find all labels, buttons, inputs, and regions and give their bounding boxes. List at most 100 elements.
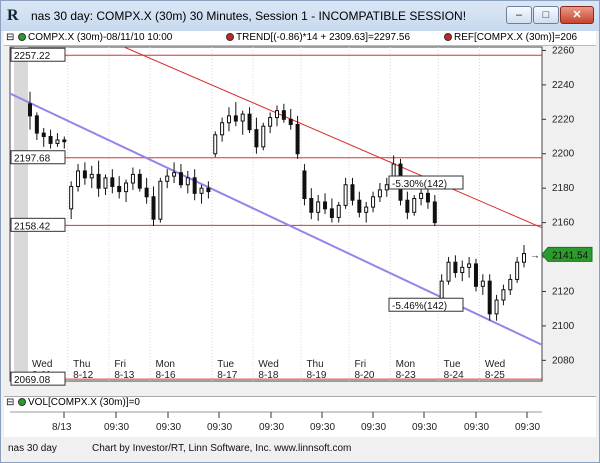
- candle-body: [473, 263, 478, 287]
- candle-body: [343, 184, 348, 206]
- volume-axis-svg: 8/13 09:30 09:30 09:30 09:30 09:30 09:30 09:30 0…: [10, 411, 542, 433]
- x-day-label: Fri: [354, 359, 366, 370]
- candle-body: [453, 261, 458, 274]
- candle-body: [364, 206, 369, 213]
- y-tick-label: 2200: [552, 149, 575, 160]
- minimize-icon: –: [515, 9, 523, 21]
- candle-body: [103, 177, 108, 189]
- y-tick-label: 2100: [552, 321, 575, 332]
- candle-body: [247, 113, 252, 131]
- window-title: nas 30 day: COMPX.X (30m) 30 Minutes, Se…: [31, 9, 467, 23]
- plot-area: [9, 46, 543, 382]
- ref-level-label: 2197.68: [14, 154, 51, 165]
- candle-body: [213, 134, 218, 155]
- maximize-button[interactable]: □: [533, 6, 559, 24]
- candle-body: [82, 170, 87, 179]
- price-chart-svg[interactable]: Wed8-11Thu8-12Fri8-13Mon8-16Tue8-17Wed8-…: [4, 45, 596, 395]
- candle-body: [233, 115, 238, 122]
- y-tick-label: 2180: [552, 183, 575, 194]
- candle-body: [178, 172, 183, 186]
- volume-legend-row: ⊟ VOL[COMPX.X (30m)]=0: [4, 396, 596, 411]
- legend-trend-item[interactable]: TREND[(-0.86)*14 + 2309.63]=2297.56: [226, 32, 410, 43]
- y-tick-label: 2260: [552, 45, 575, 56]
- candle-body: [309, 198, 314, 213]
- time-tick-label: 8/13: [52, 422, 72, 433]
- maximize-icon: □: [542, 9, 550, 21]
- y-tick-label: 2220: [552, 114, 575, 125]
- x-day-label: Thu: [306, 359, 323, 370]
- price-chart[interactable]: Wed8-11Thu8-12Fri8-13Mon8-16Tue8-17Wed8-…: [4, 45, 596, 395]
- candle-body: [460, 266, 465, 274]
- legend-series-item[interactable]: COMPX.X (30m)-08/11/10 10:00: [18, 32, 172, 43]
- candle-body: [494, 299, 499, 315]
- candle-body: [384, 184, 389, 191]
- candle-body: [165, 175, 170, 182]
- candle-body: [158, 180, 163, 220]
- status-bar: nas 30 day Chart by Investor/RT, Linn So…: [4, 439, 596, 459]
- candle-body: [34, 115, 39, 134]
- x-day-label: Tue: [217, 359, 234, 370]
- minimize-button[interactable]: –: [506, 6, 532, 24]
- legend-ref-label: REF[COMPX.X (30m)]=206: [454, 32, 578, 43]
- candle-body: [487, 280, 492, 315]
- time-tick-label: 09:30: [259, 422, 284, 433]
- x-day-label: Mon: [396, 359, 415, 370]
- candle-body: [199, 187, 204, 194]
- time-tick-label: 09:30: [156, 422, 181, 433]
- candle-body: [439, 280, 444, 299]
- y-tick-label: 2080: [552, 355, 575, 366]
- candle-body: [110, 177, 115, 187]
- candle-body: [268, 117, 273, 127]
- candle-body: [357, 199, 362, 213]
- title-bar[interactable]: R nas 30 day: COMPX.X (30m) 30 Minutes, …: [1, 1, 599, 31]
- candle-body: [275, 110, 279, 119]
- candle-body: [467, 263, 472, 268]
- volume-collapse-icon[interactable]: ⊟: [6, 397, 14, 408]
- candle-body: [192, 177, 197, 194]
- volume-label: VOL[COMPX.X (30m)]=0: [28, 397, 140, 408]
- legend-row: ⊟ COMPX.X (30m)-08/11/10 10:00 TREND[(-0…: [4, 31, 596, 46]
- candle-body: [302, 170, 307, 200]
- candle-body: [206, 187, 211, 193]
- volume-legend-item[interactable]: VOL[COMPX.X (30m)]=0: [18, 397, 140, 408]
- close-button[interactable]: ✕: [560, 6, 594, 24]
- y-tick-label: 2240: [552, 80, 575, 91]
- candle-body: [254, 129, 259, 148]
- candle-body: [130, 173, 135, 184]
- candle-body: [288, 118, 293, 125]
- x-day-label: Wed: [258, 359, 278, 370]
- candle-body: [76, 170, 81, 187]
- ref-level-label: 2158.42: [14, 221, 51, 232]
- status-chart-name: nas 30 day: [8, 443, 57, 454]
- candle-body: [117, 185, 122, 193]
- time-tick-label: 09:30: [464, 422, 489, 433]
- candle-body: [432, 201, 437, 224]
- volume-pane[interactable]: 8/13 09:30 09:30 09:30 09:30 09:30 09:30 09:30 0…: [4, 410, 596, 437]
- candle-body: [144, 187, 149, 198]
- candle-body: [89, 173, 94, 179]
- last-price-arrow-icon: →: [530, 250, 540, 261]
- candle-body: [41, 132, 46, 138]
- time-tick-label: 09:30: [207, 422, 232, 433]
- close-icon: ✕: [572, 9, 582, 21]
- candle-body: [151, 196, 156, 220]
- candle-body: [425, 192, 430, 203]
- time-tick-label: 09:30: [104, 422, 129, 433]
- ref-level-label: 2257.22: [14, 51, 51, 62]
- legend-ref-item[interactable]: REF[COMPX.X (30m)]=206: [444, 32, 577, 43]
- trend-color-icon: [226, 33, 234, 41]
- lower-trend-annotation: -5.46%(142): [392, 301, 447, 312]
- legend-collapse-icon[interactable]: ⊟: [6, 32, 14, 43]
- x-day-label: Fri: [114, 359, 126, 370]
- candle-body: [62, 139, 67, 143]
- investor-rt-logo-icon: R: [7, 7, 19, 24]
- upper-trend-annotation: -5.30%(142): [392, 179, 447, 190]
- candle-body: [316, 201, 321, 213]
- candle-body: [405, 199, 410, 213]
- candle-body: [446, 261, 451, 282]
- candle-body: [55, 139, 60, 144]
- candle-body: [261, 125, 266, 148]
- time-tick-label: 09:30: [515, 422, 540, 433]
- x-day-label: Mon: [156, 359, 175, 370]
- candle-body: [48, 136, 53, 144]
